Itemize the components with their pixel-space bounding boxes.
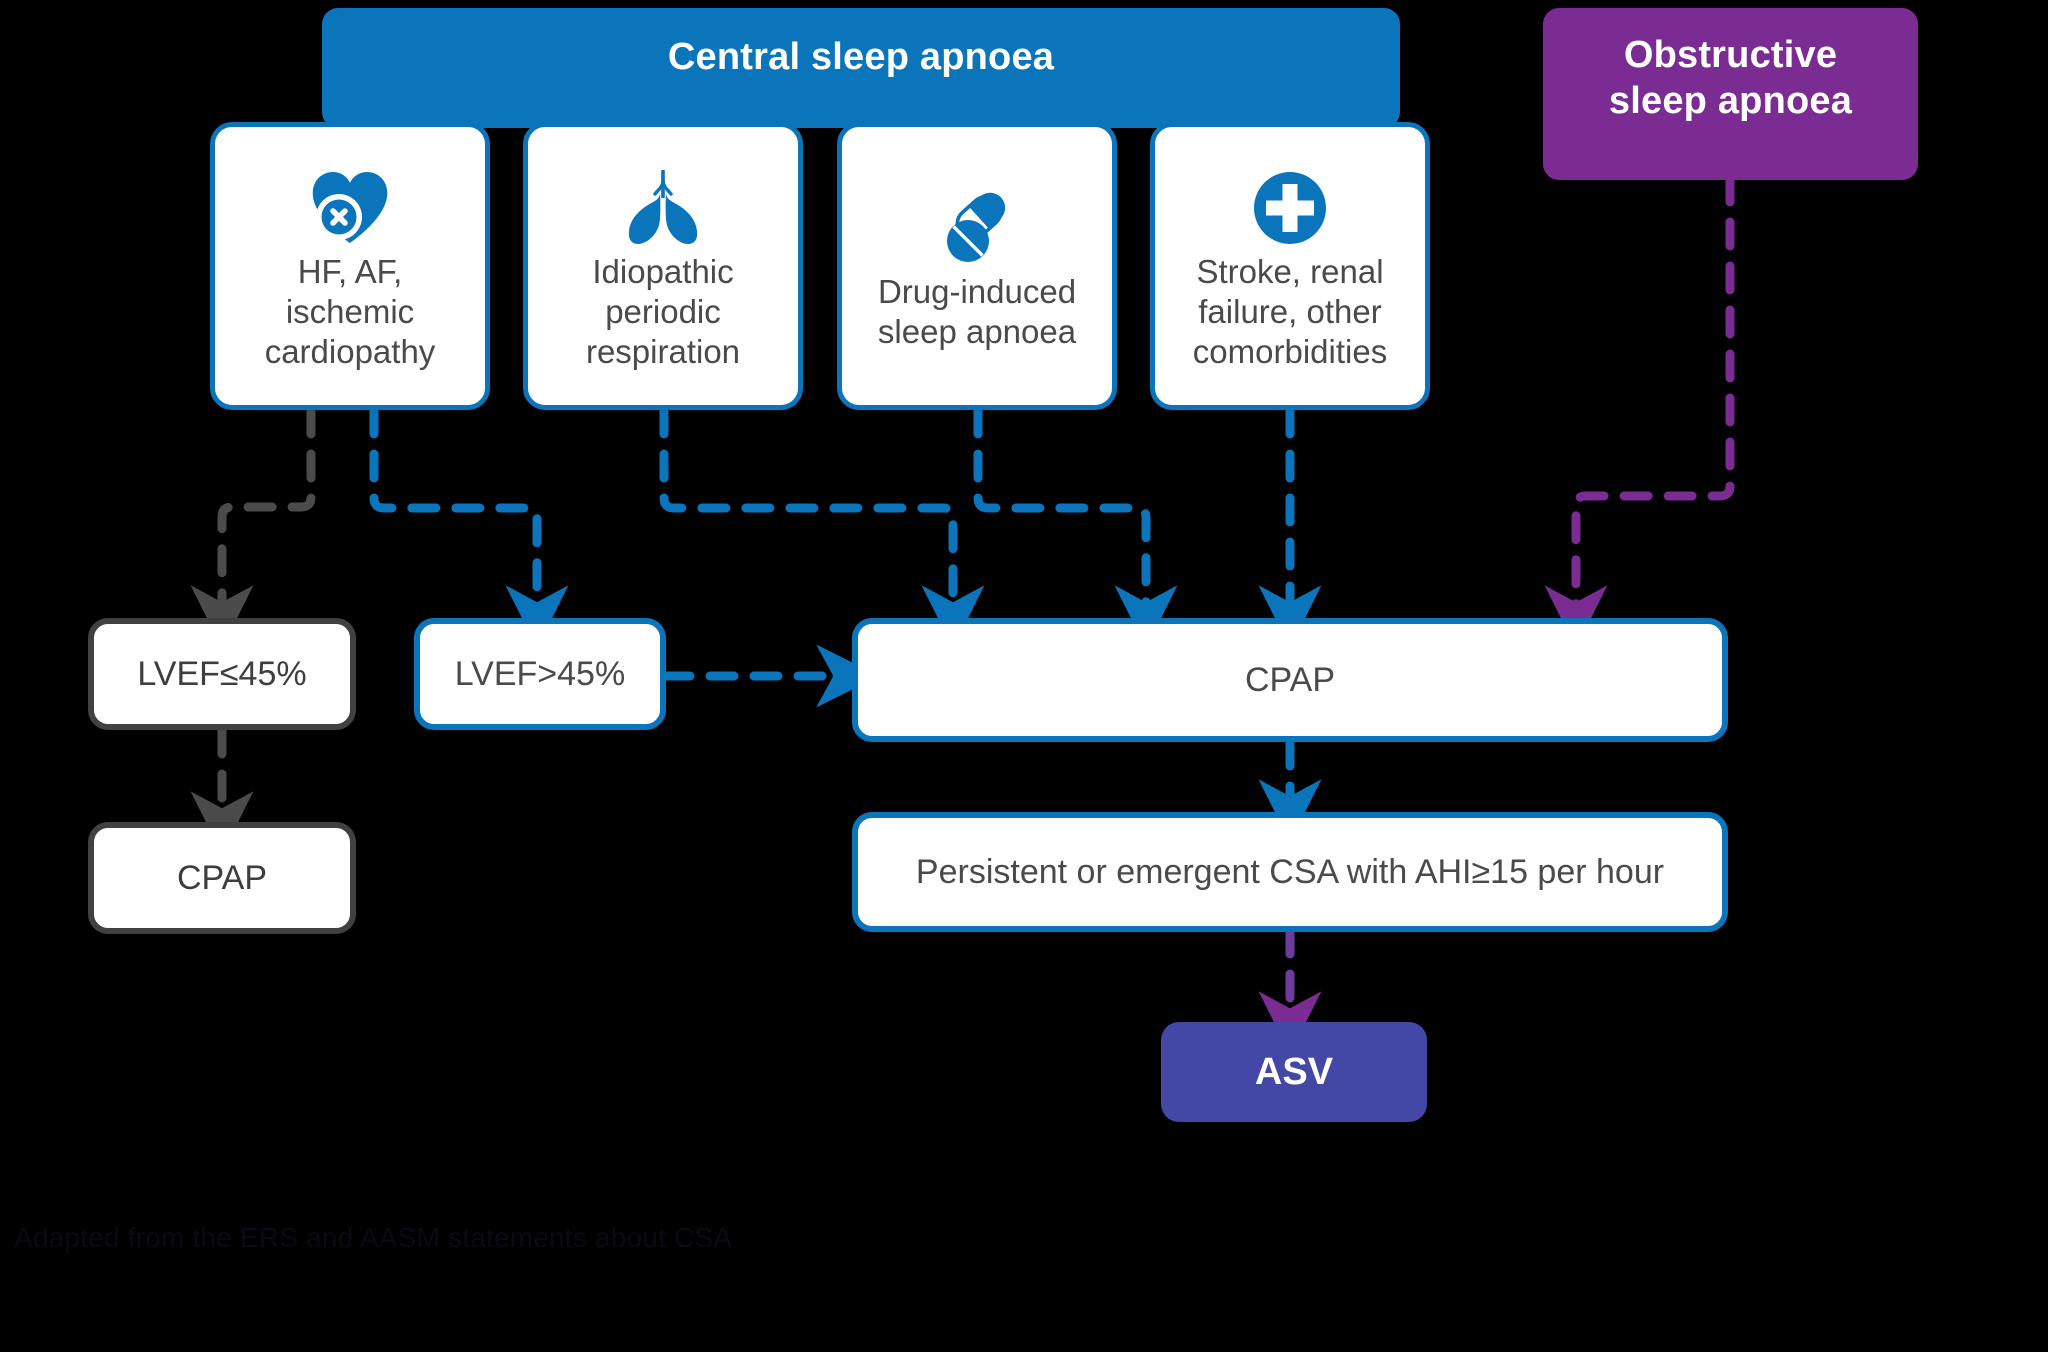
- treatment-cpap-main-label: CPAP: [1244, 660, 1336, 699]
- diagram-canvas: Central sleep apnoea Obstructive sleep a…: [0, 0, 2048, 1352]
- edge-card1-to-lvef-high: [369, 405, 569, 649]
- treatment-cpap-main: CPAP: [852, 618, 1728, 742]
- decision-lvef-low-label: LVEF≤45%: [137, 654, 307, 693]
- edge-osa-to-cpap: [1544, 173, 1735, 649]
- card-idiopathic-periodic-respiration: Idiopathic periodic respiration: [523, 122, 803, 410]
- card-label-3: Drug-induced sleep apnoea: [877, 272, 1077, 350]
- treatment-cpap-left-label: CPAP: [176, 858, 268, 897]
- header-obstructive-sleep-apnoea: Obstructive sleep apnoea: [1543, 8, 1918, 180]
- medical-cross-icon: [1252, 160, 1328, 246]
- status-persistent-csa: Persistent or emergent CSA with AHI≥15 p…: [852, 812, 1728, 932]
- card-stroke-renal-failure-comorbidities: Stroke, renal failure, other comorbiditi…: [1150, 122, 1430, 410]
- card-hf-af-ischemic-cardiopathy: HF, AF, ischemic cardiopathy: [210, 122, 490, 410]
- broken-heart-icon: [310, 160, 390, 246]
- status-persistent-csa-label: Persistent or emergent CSA with AHI≥15 p…: [915, 852, 1665, 891]
- card-label-1: HF, AF, ischemic cardiopathy: [264, 252, 436, 371]
- edge-card1-to-lvef-low: [190, 405, 316, 649]
- decision-lvef-low: LVEF≤45%: [88, 618, 356, 730]
- treatment-cpap-left: CPAP: [88, 822, 356, 934]
- card-drug-induced-sleep-apnoea: Drug-induced sleep apnoea: [837, 122, 1117, 410]
- treatment-asv: ASV: [1161, 1022, 1427, 1122]
- pills-icon: [937, 180, 1017, 266]
- edge-card3-to-cpap: [973, 405, 1178, 649]
- decision-lvef-high: LVEF>45%: [414, 618, 666, 730]
- treatment-asv-label: ASV: [1254, 1050, 1334, 1093]
- edge-card2-to-cpap: [659, 405, 985, 649]
- decision-lvef-high-label: LVEF>45%: [454, 654, 626, 693]
- source-caption: Adapted from the ERS and AASM statements…: [14, 1222, 733, 1253]
- lungs-icon: [622, 160, 704, 246]
- header-central-sleep-apnoea: Central sleep apnoea: [322, 8, 1400, 128]
- header-obstructive-label: Obstructive sleep apnoea: [1608, 34, 1853, 123]
- card-label-4: Stroke, renal failure, other comorbiditi…: [1192, 252, 1388, 371]
- card-label-2: Idiopathic periodic respiration: [585, 252, 741, 371]
- header-central-label: Central sleep apnoea: [667, 36, 1055, 78]
